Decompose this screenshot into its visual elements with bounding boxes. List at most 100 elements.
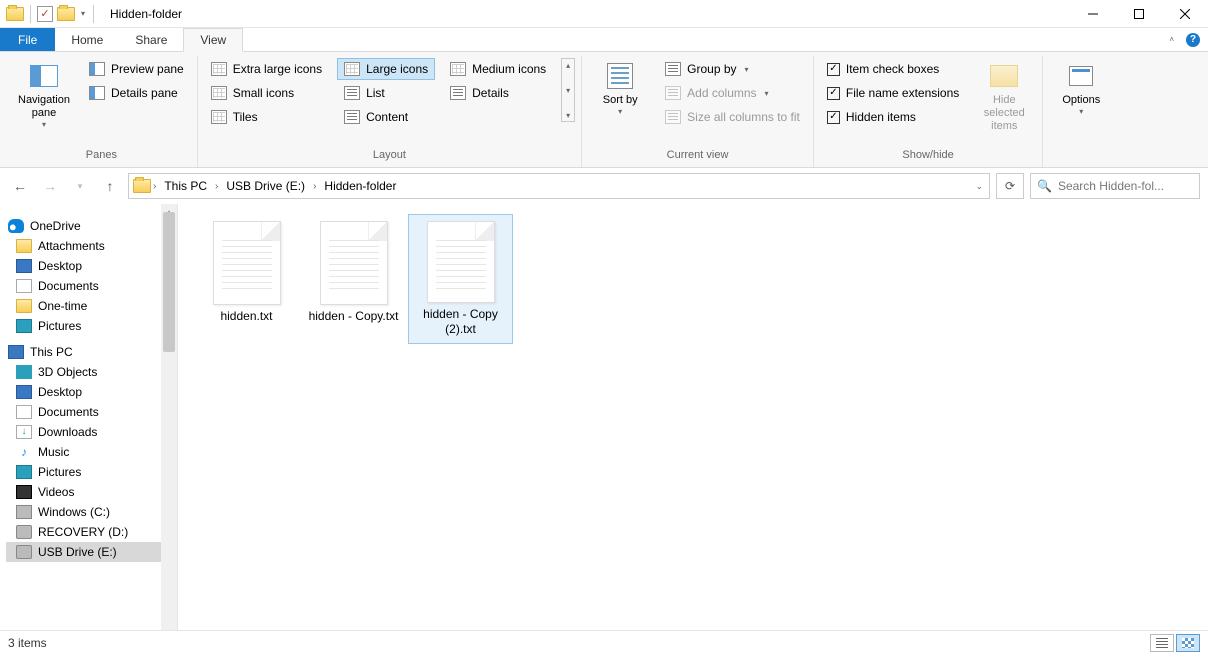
- minimize-button[interactable]: [1070, 0, 1116, 28]
- group-label: Show/hide: [902, 145, 953, 167]
- search-input[interactable]: 🔍 Search Hidden-fol...: [1030, 173, 1200, 199]
- hide-selected-button[interactable]: Hide selected items: [972, 58, 1036, 134]
- small-icons-button[interactable]: Small icons: [204, 82, 329, 104]
- medium-icons-button[interactable]: Medium icons: [443, 58, 553, 80]
- tree-label: Windows (C:): [38, 505, 110, 519]
- tree-item[interactable]: Videos: [6, 482, 177, 502]
- tree-scrollbar[interactable]: ▴: [161, 204, 177, 630]
- file-item[interactable]: hidden - Copy.txt: [301, 214, 406, 344]
- view-tab[interactable]: View: [183, 28, 243, 52]
- qat-newfolder-icon[interactable]: [57, 7, 75, 21]
- file-item-selected[interactable]: hidden - Copy (2).txt: [408, 214, 513, 344]
- file-list[interactable]: hidden.txt hidden - Copy.txt hidden - Co…: [178, 204, 1208, 630]
- breadcrumb-item[interactable]: USB Drive (E:): [220, 177, 311, 195]
- list-button[interactable]: List: [337, 82, 435, 104]
- tree-item[interactable]: Downloads: [6, 422, 177, 442]
- status-text: 3 items: [8, 636, 47, 650]
- tree-thispc[interactable]: This PC: [6, 342, 177, 362]
- back-button[interactable]: ←: [8, 174, 32, 198]
- up-button[interactable]: ↑: [98, 174, 122, 198]
- address-dropdown-icon[interactable]: ⌄: [975, 181, 983, 192]
- item-check-boxes-toggle[interactable]: Item check boxes: [820, 58, 966, 80]
- extra-large-icons-button[interactable]: Extra large icons: [204, 58, 329, 80]
- search-icon: 🔍: [1037, 179, 1052, 193]
- group-by-label: Group by: [687, 62, 736, 76]
- minimize-ribbon-icon[interactable]: ˄: [1167, 35, 1176, 44]
- close-button[interactable]: [1162, 0, 1208, 28]
- tree-item[interactable]: Windows (C:): [6, 502, 177, 522]
- qat-customize-icon[interactable]: ▾: [79, 9, 87, 18]
- tree-item[interactable]: RECOVERY (D:): [6, 522, 177, 542]
- add-columns-button[interactable]: Add columns▾: [658, 82, 807, 104]
- breadcrumb-item[interactable]: Hidden-folder: [318, 177, 402, 195]
- chevron-right-icon[interactable]: ›: [215, 181, 218, 192]
- hidden-items-toggle[interactable]: Hidden items: [820, 106, 966, 128]
- layout-label: List: [366, 86, 385, 100]
- tree-item[interactable]: Attachments: [6, 236, 177, 256]
- group-label: [1080, 145, 1083, 167]
- details-pane-icon: [89, 86, 105, 100]
- chevron-right-icon[interactable]: ›: [153, 181, 156, 192]
- tree-item[interactable]: Pictures: [6, 316, 177, 336]
- tree-item[interactable]: Documents: [6, 402, 177, 422]
- home-tab[interactable]: Home: [55, 28, 119, 51]
- tree-onedrive[interactable]: OneDrive: [6, 216, 177, 236]
- thumbnails-view-button[interactable]: [1176, 634, 1200, 652]
- sort-icon: [607, 63, 633, 89]
- layout-icon: [450, 86, 466, 100]
- tree-item[interactable]: Desktop: [6, 256, 177, 276]
- tree-label: Videos: [38, 485, 74, 499]
- file-tab[interactable]: File: [0, 28, 55, 51]
- breadcrumb-item[interactable]: This PC: [158, 177, 213, 195]
- address-bar[interactable]: › This PC › USB Drive (E:) › Hidden-fold…: [128, 173, 990, 199]
- recent-locations-button[interactable]: ▾: [68, 174, 92, 198]
- group-by-button[interactable]: Group by▾: [658, 58, 807, 80]
- 3dobjects-icon: [16, 365, 32, 379]
- desktop-icon: [16, 259, 32, 273]
- tree-item-selected[interactable]: USB Drive (E:): [6, 542, 177, 562]
- refresh-button[interactable]: ⟳: [996, 173, 1024, 199]
- layout-label: Medium icons: [472, 62, 546, 76]
- tree-label: Pictures: [38, 319, 81, 333]
- tree-label: 3D Objects: [38, 365, 97, 379]
- options-button[interactable]: Options ▾: [1049, 58, 1113, 117]
- maximize-button[interactable]: [1116, 0, 1162, 28]
- tree-label: This PC: [30, 345, 73, 359]
- tiles-button[interactable]: Tiles: [204, 106, 329, 128]
- documents-icon: [16, 279, 32, 293]
- tree-item[interactable]: Documents: [6, 276, 177, 296]
- thumbnails-view-icon: [1182, 638, 1194, 648]
- app-icon[interactable]: [6, 7, 24, 21]
- preview-pane-button[interactable]: Preview pane: [82, 58, 191, 80]
- share-tab[interactable]: Share: [119, 28, 183, 51]
- drive-icon: [16, 505, 32, 519]
- hide-selected-icon: [990, 65, 1018, 87]
- tree-item[interactable]: 3D Objects: [6, 362, 177, 382]
- navigation-pane-button[interactable]: Navigation pane ▾: [12, 58, 76, 130]
- content-button[interactable]: Content: [337, 106, 435, 128]
- checkbox-icon: [827, 87, 840, 100]
- details-button[interactable]: Details: [443, 82, 553, 104]
- tree-item[interactable]: Pictures: [6, 462, 177, 482]
- file-item[interactable]: hidden.txt: [194, 214, 299, 344]
- size-columns-button[interactable]: Size all columns to fit: [658, 106, 807, 128]
- tree-item[interactable]: One-time: [6, 296, 177, 316]
- sort-by-button[interactable]: Sort by ▾: [588, 58, 652, 117]
- size-columns-label: Size all columns to fit: [687, 110, 800, 124]
- details-view-button[interactable]: [1150, 634, 1174, 652]
- help-icon[interactable]: ?: [1186, 33, 1200, 47]
- large-icons-button[interactable]: Large icons: [337, 58, 435, 80]
- qat-properties-icon[interactable]: ✓: [37, 6, 53, 22]
- navigation-tree[interactable]: OneDrive Attachments Desktop Documents O…: [0, 204, 178, 630]
- details-pane-button[interactable]: Details pane: [82, 82, 191, 104]
- forward-button[interactable]: →: [38, 174, 62, 198]
- scroll-thumb[interactable]: [163, 212, 175, 352]
- file-name-extensions-toggle[interactable]: File name extensions: [820, 82, 966, 104]
- tree-item[interactable]: ♪Music: [6, 442, 177, 462]
- chevron-right-icon[interactable]: ›: [313, 181, 316, 192]
- chevron-down-icon: ▾: [1077, 107, 1085, 117]
- layout-gallery-scroll[interactable]: ▴▾▾: [561, 58, 575, 122]
- folder-icon: [16, 299, 32, 313]
- tree-item[interactable]: Desktop: [6, 382, 177, 402]
- tree-label: USB Drive (E:): [38, 545, 117, 559]
